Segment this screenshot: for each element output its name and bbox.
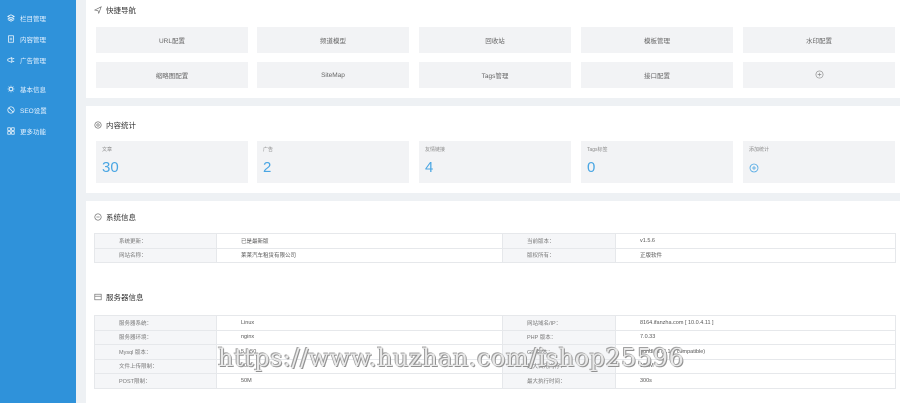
table-cell: 莱莱汽车租赁有限公司 (216, 247, 503, 263)
table-cell: 128M (615, 358, 896, 374)
table-cell: 50M (216, 373, 503, 389)
sidebar-item-label: 更多功能 (20, 129, 46, 136)
stat-card-articles[interactable]: 文章 30 (96, 141, 248, 183)
stat-value: 4 (425, 159, 434, 176)
table-cell: 7.0.33 (615, 329, 896, 345)
sidebar-item-label: 栏目管理 (20, 16, 46, 23)
plus-circle-icon (815, 70, 824, 81)
sidebar-item-label: 基本信息 (20, 87, 46, 94)
system-info-heading: 系统信息 (94, 212, 136, 223)
plus-circle-icon (749, 163, 759, 173)
server-info-table: 服务器系统： Linux 网站域名/IP： 8164.ifanzha.com [… (94, 315, 896, 389)
sidebar-item-label: SEO设置 (20, 108, 47, 115)
main-content: 快捷导航 URL配置 频道模型 回收站 模板管理 水印配置 缩略图配置 Site… (86, 0, 900, 403)
seo-icon (6, 105, 16, 115)
sidebar-item-content[interactable]: 内容管理 (6, 33, 46, 45)
sidebar-item-seo[interactable]: SEO设置 (6, 104, 47, 116)
table-cell: PHP 版本： (502, 329, 616, 345)
recycle-bin-button[interactable]: 回收站 (419, 27, 571, 53)
table-cell: 服务器环境： (94, 329, 217, 345)
stat-label: Tags标签 (587, 147, 608, 153)
table-cell: Linux (216, 315, 503, 331)
table-cell: 服务器系统： (94, 315, 217, 331)
sidebar-item-basic[interactable]: 基本信息 (6, 83, 46, 95)
grid-icon (6, 126, 16, 136)
table-cell: 系统更新： (94, 233, 217, 249)
table-cell: 网站名称： (94, 247, 217, 263)
table-cell: v1.5.6 (615, 233, 896, 249)
target-icon (94, 120, 102, 131)
system-info-title: 系统信息 (106, 213, 136, 222)
table-row: Mysql 版本： 5.6.50 GD 版本： bundled (2.1.0 c… (94, 344, 896, 360)
sitemap-button[interactable]: SiteMap (257, 62, 409, 88)
sidebar: 栏目管理 内容管理 广告管理 基本信息 SEO设置 更多功能 (0, 0, 76, 403)
stat-value: 30 (102, 159, 119, 176)
table-cell: 已是最新版 (216, 233, 503, 249)
stat-label: 添加统计 (749, 147, 770, 153)
document-icon (6, 34, 16, 44)
quick-nav-panel: 快捷导航 URL配置 频道模型 回收站 模板管理 水印配置 缩略图配置 Site… (86, 0, 900, 98)
table-row: POST限制： 50M 最大执行时间： 300s (94, 373, 896, 389)
sidebar-item-columns[interactable]: 栏目管理 (6, 12, 46, 24)
table-cell: 50M (216, 358, 503, 374)
stat-value: 2 (263, 159, 272, 176)
table-cell: 300s (615, 373, 896, 389)
table-row: 文件上传限制： 50M 最大占用内存： 128M (94, 358, 896, 374)
stat-label: 文章 (102, 147, 113, 153)
stat-card-add[interactable]: 添加统计 (743, 141, 895, 183)
table-cell: 网站域名/IP： (502, 315, 616, 331)
table-cell: nginx (216, 329, 503, 345)
stat-value: 0 (587, 159, 596, 176)
table-cell: 最大执行时间： (502, 373, 616, 389)
table-cell: 版权所有： (502, 247, 616, 263)
gear-icon (6, 84, 16, 94)
table-cell: GD 版本： (502, 344, 616, 360)
table-cell: 当前版本： (502, 233, 616, 249)
table-cell: 文件上传限制： (94, 358, 217, 374)
content-stats-title: 内容统计 (106, 121, 136, 130)
content-stats-heading: 内容统计 (94, 120, 136, 131)
stat-card-links[interactable]: 友情链接 4 (419, 141, 571, 183)
info-panel: 系统信息 系统更新： 已是最新版 当前版本： v1.5.6 网站名称： 莱莱汽车… (86, 201, 900, 403)
table-cell: 最大占用内存： (502, 358, 616, 374)
server-icon (94, 293, 102, 303)
sidebar-item-label: 内容管理 (20, 37, 46, 44)
sidebar-item-label: 广告管理 (20, 58, 46, 65)
table-row: 网站名称： 莱莱汽车租赁有限公司 版权所有： 正版软件 (94, 247, 896, 263)
table-cell: 5.6.50 (216, 344, 503, 360)
sidebar-item-ads[interactable]: 广告管理 (6, 54, 46, 66)
api-config-button[interactable]: 接口配置 (581, 62, 733, 88)
table-cell: POST限制： (94, 373, 217, 389)
tags-manage-button[interactable]: Tags管理 (419, 62, 571, 88)
sidebar-item-more[interactable]: 更多功能 (6, 125, 46, 137)
stat-card-ads[interactable]: 广告 2 (257, 141, 409, 183)
quick-nav-heading: 快捷导航 (93, 5, 136, 16)
table-cell: bundled (2.1.0 compatible) (615, 344, 896, 360)
stat-card-tags[interactable]: Tags标签 0 (581, 141, 733, 183)
url-config-button[interactable]: URL配置 (96, 27, 248, 53)
stat-label: 友情链接 (425, 147, 446, 153)
add-shortcut-button[interactable] (743, 62, 895, 88)
table-cell: Mysql 版本： (94, 344, 217, 360)
table-cell: 正版软件 (615, 247, 896, 263)
server-info-title: 服务器信息 (106, 293, 144, 302)
watermark-config-button[interactable]: 水印配置 (743, 27, 895, 53)
table-row: 系统更新： 已是最新版 当前版本： v1.5.6 (94, 233, 896, 249)
table-row: 服务器环境： nginx PHP 版本： 7.0.33 (94, 329, 896, 345)
ad-icon (6, 55, 16, 65)
system-info-table: 系统更新： 已是最新版 当前版本： v1.5.6 网站名称： 莱莱汽车租赁有限公… (94, 233, 896, 263)
server-info-heading: 服务器信息 (94, 292, 144, 303)
layers-icon (6, 13, 16, 23)
table-row: 服务器系统： Linux 网站域名/IP： 8164.ifanzha.com [… (94, 315, 896, 331)
template-manage-button[interactable]: 模板管理 (581, 27, 733, 53)
table-cell: 8164.ifanzha.com [ 10.0.4.11 ] (615, 315, 896, 331)
quick-nav-title: 快捷导航 (106, 6, 136, 15)
channel-model-button[interactable]: 频道模型 (257, 27, 409, 53)
thumbnail-config-button[interactable]: 缩略图配置 (96, 62, 248, 88)
info-circle-icon (94, 212, 102, 223)
send-icon (93, 5, 102, 16)
stat-label: 广告 (263, 147, 274, 153)
